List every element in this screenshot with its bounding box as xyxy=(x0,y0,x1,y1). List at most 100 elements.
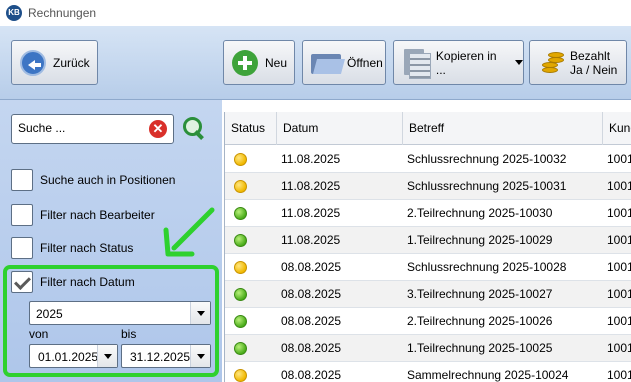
table-row[interactable]: 11.08.2025 Schlussrechnung 2025-10032 1001 xyxy=(225,146,631,173)
subject-cell: 1.Teilrechnung 2025-10025 xyxy=(407,341,553,355)
status-yellow-icon xyxy=(234,180,247,193)
chevron-down-icon[interactable] xyxy=(190,345,210,367)
back-arrow-icon xyxy=(20,49,46,76)
status-green-icon xyxy=(234,234,247,247)
search-in-positions-option[interactable]: Suche auch in Positionen xyxy=(11,167,175,193)
from-date-picker[interactable]: 01.01.2025 xyxy=(29,344,118,368)
from-label: von xyxy=(29,327,49,341)
search-in-positions-label: Suche auch in Positionen xyxy=(40,173,176,187)
coins-icon xyxy=(538,49,566,77)
table-row[interactable]: 11.08.2025 Schlussrechnung 2025-10031 1001 xyxy=(225,173,631,200)
chevron-down-icon[interactable] xyxy=(190,302,210,324)
table-row[interactable]: 08.08.2025 1.Teilrechnung 2025-10025 1001 xyxy=(225,335,631,362)
customer-cell: 1001 xyxy=(607,341,631,355)
status-yellow-icon xyxy=(234,261,247,274)
date-cell: 11.08.2025 xyxy=(281,206,341,220)
title-bar: KB Rechnungen xyxy=(0,0,631,26)
chevron-down-icon xyxy=(515,60,523,65)
filter-by-date-checkbox[interactable] xyxy=(11,271,33,293)
customer-cell: 1001 xyxy=(607,152,631,166)
customer-cell: 1001 xyxy=(607,179,631,193)
new-button[interactable]: Neu xyxy=(223,40,295,85)
search-input[interactable] xyxy=(18,121,143,135)
customer-cell: 1001 xyxy=(607,206,631,220)
status-green-icon xyxy=(234,342,247,355)
date-cell: 08.08.2025 xyxy=(281,368,342,382)
date-cell: 11.08.2025 xyxy=(281,179,341,193)
filter-by-date-label: Filter nach Datum xyxy=(40,275,135,289)
window-title: Rechnungen xyxy=(28,6,97,20)
filter-by-status-checkbox[interactable] xyxy=(11,237,33,259)
open-button[interactable]: Öffnen xyxy=(302,40,386,85)
filter-by-status-option[interactable]: Filter nach Status xyxy=(11,235,133,261)
table-row[interactable]: 11.08.2025 1.Teilrechnung 2025-10029 1001 xyxy=(225,227,631,254)
date-cell: 11.08.2025 xyxy=(281,233,341,247)
status-green-icon xyxy=(234,315,247,328)
date-cell: 08.08.2025 xyxy=(281,260,342,274)
app-logo-icon: KB xyxy=(6,5,22,21)
to-label: bis xyxy=(121,327,137,341)
date-cell: 08.08.2025 xyxy=(281,314,342,328)
search-icon[interactable] xyxy=(182,116,206,140)
date-cell: 11.08.2025 xyxy=(281,152,341,166)
open-button-label: Öffnen xyxy=(347,55,383,70)
customer-cell: 1001 xyxy=(607,287,631,301)
back-button[interactable]: Zurück xyxy=(11,40,98,85)
document-copy-icon xyxy=(402,48,431,79)
filter-by-editor-label: Filter nach Bearbeiter xyxy=(40,208,155,222)
column-header-customer[interactable]: Kund xyxy=(603,112,631,145)
subject-cell: Sammelrechnung 2025-10024 xyxy=(407,368,569,382)
table-row[interactable]: 08.08.2025 2.Teilrechnung 2025-10026 1001 xyxy=(225,308,631,335)
filter-panel: ✕ Suche auch in Positionen Filter nach B… xyxy=(0,100,222,382)
column-header-subject[interactable]: Betreff xyxy=(403,112,603,145)
folder-icon xyxy=(311,51,343,75)
date-cell: 08.08.2025 xyxy=(281,341,342,355)
subject-cell: Schlussrechnung 2025-10032 xyxy=(407,152,567,166)
subject-cell: 2.Teilrechnung 2025-10026 xyxy=(407,314,553,328)
table-row[interactable]: 08.08.2025 3.Teilrechnung 2025-10027 1001 xyxy=(225,281,631,308)
to-date-value: 31.12.2025 xyxy=(130,350,191,364)
back-button-label: Zurück xyxy=(53,55,90,70)
column-header-status[interactable]: Status xyxy=(225,112,277,145)
status-green-icon xyxy=(234,288,247,301)
table-header: Status Datum Betreff Kund xyxy=(225,112,631,145)
invoice-table: Status Datum Betreff Kund 11.08.2025 Schl… xyxy=(224,112,631,382)
customer-cell: 1001 xyxy=(607,233,631,247)
customer-cell: 1001 xyxy=(607,314,631,328)
plus-icon xyxy=(232,49,258,76)
status-yellow-icon xyxy=(234,153,247,166)
table-row[interactable]: 08.08.2025 Sammelrechnung 2025-10024 1001 xyxy=(225,362,631,382)
paid-label-line1: Bezahlt xyxy=(570,48,611,63)
year-select[interactable]: 2025 xyxy=(29,301,211,325)
green-arrow-annotation xyxy=(163,207,215,257)
copy-to-button-label: Kopieren in ... xyxy=(435,48,497,77)
search-in-positions-checkbox[interactable] xyxy=(11,169,33,191)
from-date-value: 01.01.2025 xyxy=(38,350,99,364)
filter-by-editor-checkbox[interactable] xyxy=(11,204,33,226)
table-row[interactable]: 08.08.2025 Schlussrechnung 2025-10028 1001 xyxy=(225,254,631,281)
subject-cell: 2.Teilrechnung 2025-10030 xyxy=(407,206,553,220)
paid-toggle-label: Bezahlt Ja / Nein xyxy=(570,49,617,77)
filter-by-date-option[interactable]: Filter nach Datum xyxy=(11,269,135,295)
customer-cell: 1001 xyxy=(607,368,631,382)
clear-search-icon[interactable]: ✕ xyxy=(149,120,167,138)
to-date-picker[interactable]: 31.12.2025 xyxy=(121,344,211,368)
subject-cell: 1.Teilrechnung 2025-10029 xyxy=(407,233,553,247)
subject-cell: Schlussrechnung 2025-10031 xyxy=(407,179,567,193)
subject-cell: Schlussrechnung 2025-10028 xyxy=(407,260,567,274)
table-row[interactable]: 11.08.2025 2.Teilrechnung 2025-10030 1001 xyxy=(225,200,631,227)
chevron-down-icon[interactable] xyxy=(97,345,117,367)
new-button-label: Neu xyxy=(265,55,288,70)
date-cell: 08.08.2025 xyxy=(281,287,342,301)
status-green-icon xyxy=(234,207,247,220)
year-select-value: 2025 xyxy=(36,307,63,321)
filter-by-status-label: Filter nach Status xyxy=(40,241,134,255)
search-field[interactable]: ✕ xyxy=(11,114,174,144)
toolbar: Zurück Neu Öffnen Kopieren in ... Bezahl… xyxy=(0,26,631,100)
column-header-date[interactable]: Datum xyxy=(277,112,403,145)
paid-toggle-button[interactable]: Bezahlt Ja / Nein xyxy=(529,40,627,85)
subject-cell: 3.Teilrechnung 2025-10027 xyxy=(407,287,553,301)
filter-by-editor-option[interactable]: Filter nach Bearbeiter xyxy=(11,202,155,228)
copy-to-button[interactable]: Kopieren in ... xyxy=(393,40,524,85)
status-yellow-icon xyxy=(234,369,247,382)
